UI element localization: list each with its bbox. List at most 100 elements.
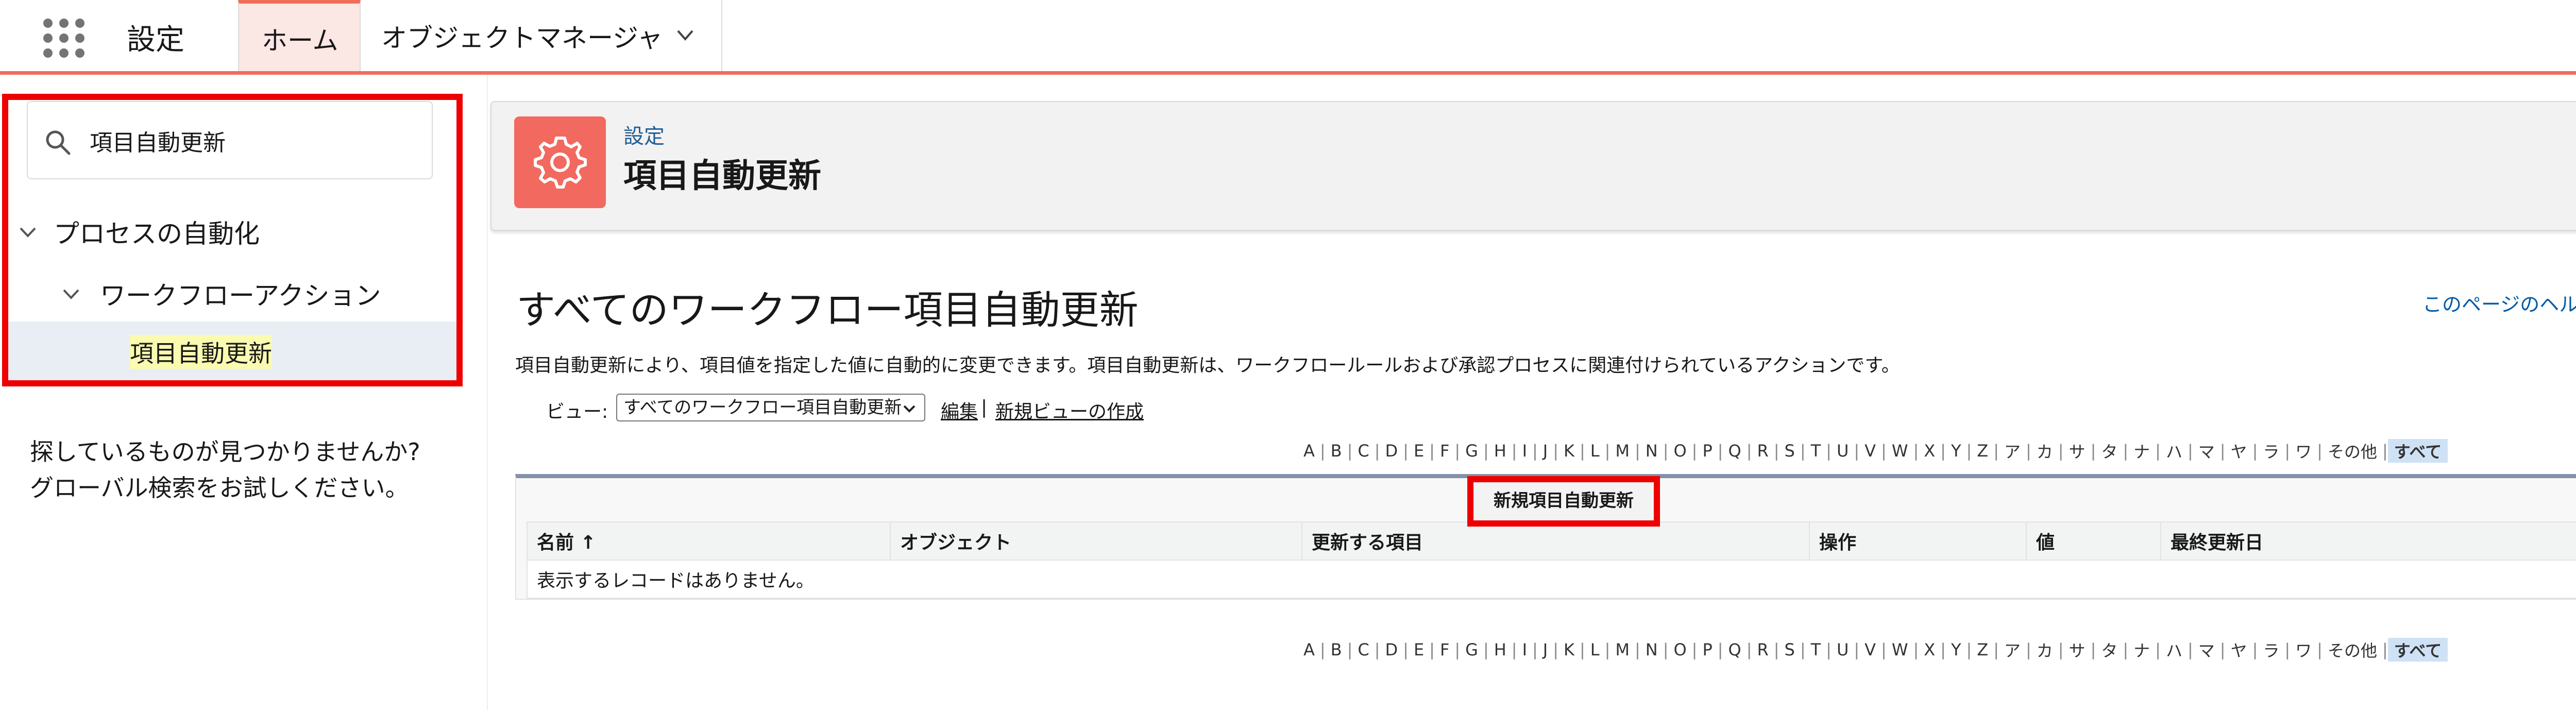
alphabet-filter-item[interactable]: W	[1887, 441, 1913, 461]
alphabet-filter-item[interactable]: Q	[1723, 640, 1747, 660]
alphabet-filter-item[interactable]: H	[1489, 441, 1512, 461]
alphabet-filter-item[interactable]: W	[1887, 640, 1913, 660]
alphabet-filter-item[interactable]: ヤ	[2226, 439, 2252, 463]
alphabet-filter-item[interactable]: サ	[2064, 439, 2091, 463]
alphabet-filter-item[interactable]: S	[1780, 640, 1800, 660]
alphabet-filter-item[interactable]: カ	[2031, 439, 2058, 463]
alphabet-filter-item[interactable]: P	[1697, 441, 1717, 461]
alphabet-filter-item[interactable]: Q	[1723, 441, 1747, 461]
alphabet-filter-item[interactable]: X	[1919, 640, 1940, 660]
new-field-update-button[interactable]: 新規項目自動更新	[1467, 476, 1660, 527]
alphabet-filter-item[interactable]: B	[1326, 441, 1347, 461]
alphabet-filter-item[interactable]: K	[1558, 640, 1580, 660]
alphabet-filter-item[interactable]: M	[1610, 640, 1635, 660]
alphabet-filter-item[interactable]: M	[1610, 441, 1635, 461]
alphabet-filter-item[interactable]: C	[1352, 441, 1374, 461]
tab-home[interactable]: ホーム	[238, 0, 361, 71]
alphabet-filter-item[interactable]: F	[1435, 640, 1454, 660]
column-header-name[interactable]: 名前 ↑	[527, 521, 891, 561]
app-launcher-icon[interactable]	[37, 14, 91, 60]
quick-find-input[interactable]	[89, 120, 420, 162]
alphabet-filter-item[interactable]: Z	[1972, 640, 1993, 660]
alphabet-filter-item[interactable]: V	[1859, 441, 1881, 461]
alphabet-filter-item[interactable]: R	[1752, 640, 1774, 660]
chevron-down-icon[interactable]	[673, 23, 698, 47]
alphabet-filter-item[interactable]: J	[1538, 441, 1553, 461]
alphabet-filter-item[interactable]: H	[1489, 640, 1512, 660]
alphabet-filter-item[interactable]: V	[1859, 640, 1881, 660]
alphabet-filter-item[interactable]: I	[1517, 441, 1532, 461]
tree-item-field-updates[interactable]: 項目自動更新	[8, 322, 460, 382]
alphabet-filter-item[interactable]: E	[1409, 441, 1429, 461]
alphabet-filter-item[interactable]: ワ	[2290, 439, 2317, 463]
alphabet-filter-item[interactable]: Y	[1946, 441, 1967, 461]
edit-view-link[interactable]: 編集	[941, 397, 978, 424]
alphabet-filter-item[interactable]: カ	[2031, 638, 2058, 662]
alphabet-filter-item[interactable]: ナ	[2128, 638, 2155, 662]
alphabet-filter-item[interactable]: L	[1585, 441, 1605, 461]
alphabet-filter-item[interactable]: ア	[1999, 439, 2026, 463]
alphabet-filter-item[interactable]: ハ	[2161, 638, 2188, 662]
alphabet-filter-item[interactable]: A	[1298, 441, 1320, 461]
alphabet-filter-item[interactable]: X	[1919, 441, 1940, 461]
alphabet-filter-item[interactable]: T	[1806, 640, 1826, 660]
alphabet-filter-item[interactable]: ラ	[2258, 439, 2284, 463]
alphabet-filter-item[interactable]: B	[1326, 640, 1347, 660]
alphabet-filter-item[interactable]: N	[1640, 640, 1663, 660]
alphabet-filter-item[interactable]: その他	[2323, 638, 2382, 662]
alphabet-filter-item[interactable]: マ	[2193, 638, 2220, 662]
column-header-object[interactable]: オブジェクト	[890, 521, 1302, 561]
create-new-view-link[interactable]: 新規ビューの作成	[995, 397, 1144, 424]
column-header-field[interactable]: 更新する項目	[1301, 521, 1810, 561]
alphabet-filter-item[interactable]: U	[1832, 441, 1854, 461]
alphabet-filter-item[interactable]: その他	[2323, 439, 2382, 463]
column-header-value[interactable]: 値	[2026, 521, 2161, 561]
alphabet-filter-item[interactable]: G	[1460, 640, 1483, 660]
alphabet-filter-item[interactable]: T	[1806, 441, 1826, 461]
alphabet-filter-item[interactable]: U	[1832, 640, 1854, 660]
alphabet-filter-item[interactable]: C	[1352, 640, 1374, 660]
alphabet-separator: |	[1579, 441, 1585, 461]
tree-item-workflow-actions[interactable]: ワークフローアクション	[100, 275, 381, 312]
alphabet-filter-item[interactable]: E	[1409, 640, 1429, 660]
chevron-down-icon[interactable]	[18, 222, 38, 242]
alphabet-filter-item[interactable]: Z	[1972, 441, 1993, 461]
alphabet-filter-item[interactable]: G	[1460, 441, 1483, 461]
alphabet-filter-item[interactable]: ハ	[2161, 439, 2188, 463]
chevron-down-icon[interactable]	[61, 283, 81, 304]
alphabet-filter-item[interactable]: N	[1640, 441, 1663, 461]
column-header-operation[interactable]: 操作	[1809, 521, 2027, 561]
alphabet-filter-item[interactable]: O	[1668, 640, 1691, 660]
tree-item-process-automation[interactable]: プロセスの自動化	[54, 213, 260, 250]
alphabet-filter-item[interactable]: ラ	[2258, 638, 2284, 662]
alphabet-filter-item[interactable]: すべて	[2387, 439, 2448, 463]
alphabet-filter-item[interactable]: タ	[2096, 638, 2123, 662]
header-breadcrumb[interactable]: 設定	[623, 120, 665, 149]
alphabet-filter-item[interactable]: すべて	[2387, 638, 2448, 662]
alphabet-filter-item[interactable]: D	[1380, 441, 1403, 461]
alphabet-filter-item[interactable]: F	[1435, 441, 1454, 461]
alphabet-filter-item[interactable]: L	[1585, 640, 1605, 660]
alphabet-filter-item[interactable]: ア	[1999, 638, 2026, 662]
view-select[interactable]: すべてのワークフロー項目自動更新	[616, 394, 925, 421]
alphabet-separator: |	[1746, 640, 1752, 660]
alphabet-filter-item[interactable]: マ	[2193, 439, 2220, 463]
tab-object-manager[interactable]: オブジェクトマネージャ	[361, 0, 722, 71]
alphabet-filter-item[interactable]: ワ	[2290, 638, 2317, 662]
alphabet-filter-item[interactable]: I	[1517, 640, 1532, 660]
alphabet-filter-item[interactable]: ヤ	[2226, 638, 2252, 662]
help-link[interactable]: このページのヘルプ	[2422, 289, 2576, 317]
alphabet-filter-item[interactable]: P	[1697, 640, 1717, 660]
alphabet-filter-item[interactable]: O	[1668, 441, 1691, 461]
alphabet-filter-item[interactable]: Y	[1946, 640, 1967, 660]
alphabet-filter-item[interactable]: タ	[2096, 439, 2123, 463]
alphabet-filter-item[interactable]: J	[1538, 640, 1553, 660]
alphabet-filter-item[interactable]: S	[1780, 441, 1800, 461]
column-header-last-modified[interactable]: 最終更新日	[2160, 521, 2576, 561]
alphabet-filter-item[interactable]: サ	[2064, 638, 2091, 662]
alphabet-filter-item[interactable]: R	[1752, 441, 1774, 461]
alphabet-filter-item[interactable]: K	[1558, 441, 1580, 461]
alphabet-filter-item[interactable]: D	[1380, 640, 1403, 660]
alphabet-filter-item[interactable]: ナ	[2128, 439, 2155, 463]
alphabet-filter-item[interactable]: A	[1298, 640, 1320, 660]
